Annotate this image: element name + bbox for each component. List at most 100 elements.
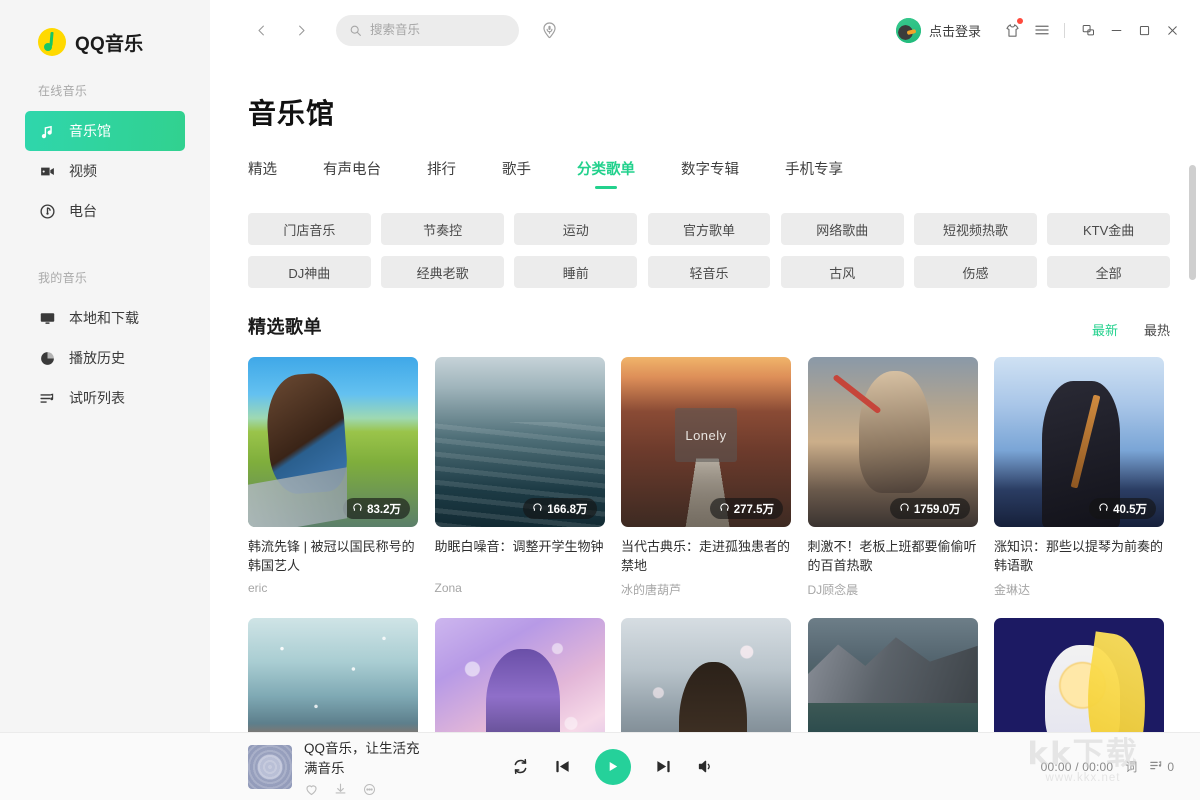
chip-wangluogequ[interactable]: 网络歌曲 [780, 213, 904, 245]
chip-jingdianlaoge[interactable]: 经典老歌 [381, 256, 504, 288]
sidebar-group-mymusic: 我的音乐 本地和下载 播放历史 试听列表 [0, 269, 210, 418]
playback-time: 00:00 / 00:00 [1040, 759, 1114, 774]
content-scrollbar[interactable] [1189, 120, 1196, 790]
chip-duanshipinrege[interactable]: 短视频热歌 [914, 213, 1037, 245]
scrollbar-thumb[interactable] [1189, 165, 1196, 280]
playlist-card[interactable]: Lonely 277.5万 当代古典乐：走进孤独患者的禁地 冰的唐葫芦 [621, 357, 791, 598]
lyrics-button[interactable]: 词 [1125, 758, 1137, 775]
sort-controls: 最新 最热 [1092, 320, 1170, 339]
play-count-badge: 40.5万 [1089, 498, 1156, 519]
tab-geshou[interactable]: 歌手 [502, 158, 531, 189]
playlist-cover[interactable]: 83.2万 [248, 357, 418, 527]
sidebar-item-play-history[interactable]: 播放历史 [25, 338, 185, 378]
player-track-info: QQ音乐，让生活充满音乐 [0, 737, 420, 797]
playlist-card[interactable]: 166.8万 助眠白噪音：调整开学生物钟 Zona [434, 357, 605, 598]
playlist-author: 冰的唐葫芦 [621, 583, 682, 597]
sort-newest[interactable]: 最新 [1092, 320, 1118, 339]
tab-paihang[interactable]: 排行 [427, 158, 456, 189]
chip-shanggan[interactable]: 伤感 [914, 256, 1037, 288]
sidebar-item-music-hall[interactable]: 音乐馆 [25, 111, 185, 151]
chip-mendianyinyue[interactable]: 门店音乐 [248, 213, 371, 245]
sidebar-item-video[interactable]: 视频 [25, 151, 185, 191]
search-box[interactable] [336, 14, 519, 46]
player-meta: QQ音乐，让生活充满音乐 [304, 737, 420, 797]
chip-shuiqian[interactable]: 睡前 [514, 256, 638, 288]
page-title: 音乐馆 [248, 98, 336, 129]
sidebar-item-radio[interactable]: 电台 [25, 191, 185, 231]
category-tabs: 精选 有声电台 排行 歌手 分类歌单 数字专辑 手机专享 [248, 158, 1170, 189]
headphone-icon [1098, 502, 1109, 516]
queue-button[interactable]: 0 [1149, 758, 1174, 776]
search-input[interactable] [370, 23, 500, 37]
chip-qingyinyue[interactable]: 轻音乐 [647, 256, 771, 288]
play-button[interactable] [594, 748, 631, 785]
playlist-cover[interactable]: 166.8万 [434, 357, 605, 527]
chip-jiezoukong[interactable]: 节奏控 [381, 213, 504, 245]
chip-ktvjinqu[interactable]: KTV金曲 [1047, 213, 1171, 245]
heart-icon[interactable] [304, 782, 319, 797]
playlist-author: 金琳达 [994, 583, 1031, 597]
playlist-author: Zona [434, 581, 462, 595]
minimize-icon[interactable] [1102, 17, 1130, 43]
tab-shuzizhuanji[interactable]: 数字专辑 [681, 158, 739, 189]
forward-button[interactable] [288, 17, 314, 43]
chip-yundong[interactable]: 运动 [514, 213, 638, 245]
navigation-arrows [210, 17, 314, 43]
content-scroll-area: 音乐馆 精选 有声电台 排行 歌手 分类歌单 数字专辑 手机专享 门店音乐 节奏… [210, 60, 1200, 800]
tab-youshengdiantai[interactable]: 有声电台 [323, 158, 381, 189]
sidebar-item-preview-list[interactable]: 试听列表 [25, 378, 185, 418]
play-count-badge: 166.8万 [523, 498, 597, 519]
sidebar-group-online: 在线音乐 音乐馆 视频 电台 [0, 82, 210, 231]
sidebar-item-label: 视频 [69, 163, 97, 179]
previous-track-icon[interactable] [552, 756, 573, 777]
hamburger-menu-icon[interactable] [1029, 17, 1055, 43]
sidebar-item-label: 本地和下载 [69, 310, 139, 326]
repeat-icon[interactable] [511, 757, 530, 776]
next-track-icon[interactable] [653, 756, 674, 777]
playlist-card[interactable]: 40.5万 涨知识：那些以提琴为前奏的韩语歌 金琳达 [994, 357, 1164, 598]
sidebar-item-label: 音乐馆 [69, 123, 111, 139]
sidebar-item-local-downloads[interactable]: 本地和下载 [25, 298, 185, 338]
monitor-icon [38, 309, 56, 327]
play-count-value: 40.5万 [1113, 503, 1147, 516]
category-chips: 门店音乐 节奏控 运动 官方歌单 网络歌曲 短视频热歌 KTV金曲 DJ神曲 经… [248, 213, 1171, 288]
sidebar: QQ音乐 在线音乐 音乐馆 视频 电台 我的音乐 本地和下载 播放历史 试听列表 [0, 0, 210, 800]
chip-row-1: 门店音乐 节奏控 运动 官方歌单 网络歌曲 短视频热歌 KTV金曲 [248, 213, 1171, 245]
album-cover[interactable] [248, 744, 292, 789]
t-shirt-icon[interactable] [999, 17, 1025, 43]
volume-icon[interactable] [696, 757, 715, 776]
play-count-badge: 83.2万 [343, 498, 410, 519]
playlist-card[interactable]: 1759.0万 刺激不！老板上班都要偷偷听的百首热歌 DJ顾念晨 [807, 357, 978, 598]
player-right-meta: 00:00 / 00:00 词 0 [1041, 758, 1200, 776]
back-button[interactable] [248, 17, 274, 43]
download-icon[interactable] [333, 782, 348, 797]
login-button[interactable]: 点击登录 [895, 17, 981, 43]
section-header: 精选歌单 最新 最热 [248, 313, 1170, 339]
headphone-icon [719, 502, 730, 516]
qq-music-window: QQ音乐 在线音乐 音乐馆 视频 电台 我的音乐 本地和下载 播放历史 试听列表… [0, 0, 1200, 800]
close-icon[interactable] [1158, 17, 1186, 43]
maximize-icon[interactable] [1130, 17, 1158, 43]
chip-gufeng[interactable]: 古风 [780, 256, 904, 288]
sort-hottest[interactable]: 最热 [1144, 320, 1170, 339]
playlist-icon [38, 389, 56, 407]
tab-fenleigedan[interactable]: 分类歌单 [577, 158, 635, 189]
playlist-cover[interactable]: Lonely 277.5万 [621, 357, 791, 527]
playlist-cover[interactable]: 40.5万 [994, 357, 1164, 527]
tab-jingxuan[interactable]: 精选 [248, 158, 277, 189]
chip-quanbu[interactable]: 全部 [1047, 256, 1171, 288]
play-count-value: 1759.0万 [913, 503, 961, 516]
playlist-cover[interactable]: 1759.0万 [807, 357, 978, 527]
voice-search-button[interactable] [537, 18, 561, 42]
more-dots-icon[interactable] [362, 782, 377, 797]
mini-mode-icon[interactable] [1074, 17, 1102, 43]
chip-djshenqu[interactable]: DJ神曲 [248, 256, 371, 288]
qq-music-note-icon [38, 28, 66, 56]
chip-guanfanggedan[interactable]: 官方歌单 [647, 213, 771, 245]
tab-shoujizhuanxiang[interactable]: 手机专享 [785, 158, 843, 189]
app-logo[interactable]: QQ音乐 [0, 0, 210, 62]
playlist-card[interactable]: 83.2万 韩流先锋 | 被冠以国民称号的韩国艺人 eric [248, 357, 418, 598]
music-note-icon [38, 122, 56, 140]
playlist-title: 刺激不！老板上班都要偷偷听的百首热歌 [807, 539, 977, 573]
clock-icon [38, 349, 56, 367]
